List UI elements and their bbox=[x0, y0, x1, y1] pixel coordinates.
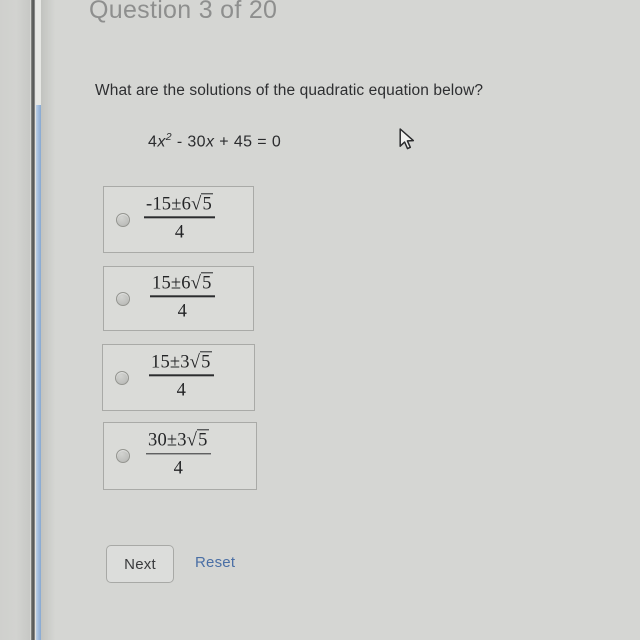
equation-coefficient: 4 bbox=[148, 133, 158, 151]
numerator-constant: 15 bbox=[152, 272, 171, 293]
square-root-icon: √5 bbox=[189, 350, 212, 372]
question-prompt: What are the solutions of the quadratic … bbox=[95, 82, 484, 99]
answer-option-b[interactable]: 15±6√5 4 bbox=[103, 266, 254, 331]
radicand: 5 bbox=[197, 429, 209, 451]
radio-button-icon[interactable] bbox=[116, 291, 130, 306]
fraction-denominator: 4 bbox=[176, 380, 186, 401]
arrow-cursor-icon bbox=[399, 128, 415, 150]
answer-option-a[interactable]: -15±6√5 4 bbox=[103, 186, 254, 253]
radical-coefficient: 3 bbox=[180, 351, 190, 372]
page-title: Question 3 of 20 bbox=[89, 0, 278, 24]
radicand: 5 bbox=[201, 192, 213, 214]
radio-button-icon[interactable] bbox=[116, 449, 130, 463]
question-equation: 4x2 - 30x + 45 = 0 bbox=[148, 131, 281, 151]
square-root-icon: √5 bbox=[186, 429, 209, 451]
square-root-icon: √5 bbox=[191, 192, 213, 214]
fraction-numerator: 30±3√5 bbox=[146, 429, 211, 453]
equation-variable: x bbox=[157, 133, 166, 151]
radicand: 5 bbox=[201, 271, 213, 293]
radicand: 5 bbox=[200, 350, 212, 372]
fraction-numerator: 15±6√5 bbox=[150, 271, 215, 296]
radio-button-icon[interactable] bbox=[116, 212, 130, 227]
equation-middle: - 30 bbox=[171, 133, 206, 151]
plus-minus-icon: ± bbox=[169, 351, 181, 372]
radio-button-icon[interactable] bbox=[115, 370, 129, 385]
numerator-constant: 30 bbox=[148, 430, 167, 451]
answer-option-c[interactable]: 15±3√5 4 bbox=[102, 344, 255, 411]
fraction-numerator: 15±3√5 bbox=[149, 350, 214, 375]
reset-link[interactable]: Reset bbox=[195, 554, 235, 571]
quiz-content: Question 3 of 20 What are the solutions … bbox=[0, 0, 640, 640]
numerator-constant: 15 bbox=[151, 351, 170, 372]
plus-minus-icon: ± bbox=[166, 430, 178, 451]
next-button[interactable]: Next bbox=[106, 545, 174, 583]
answer-option-d[interactable]: 30±3√5 4 bbox=[103, 422, 257, 490]
fraction-denominator: 4 bbox=[174, 222, 185, 243]
answer-fraction: -15±6√5 4 bbox=[144, 192, 215, 245]
fraction-denominator: 4 bbox=[173, 458, 183, 479]
fraction-denominator: 4 bbox=[177, 301, 187, 322]
plus-minus-icon: ± bbox=[171, 193, 182, 214]
radical-coefficient: 3 bbox=[177, 430, 187, 451]
plus-minus-icon: ± bbox=[170, 272, 182, 293]
answer-fraction: 15±6√5 4 bbox=[150, 271, 215, 324]
equation-tail: + 45 = 0 bbox=[214, 133, 282, 151]
answer-fraction: 30±3√5 4 bbox=[146, 429, 211, 481]
square-root-icon: √5 bbox=[190, 271, 213, 293]
radical-coefficient: 6 bbox=[181, 272, 191, 293]
fraction-numerator: -15±6√5 bbox=[144, 192, 215, 217]
numerator-constant: -15 bbox=[146, 193, 172, 214]
radical-coefficient: 6 bbox=[181, 193, 192, 214]
answer-fraction: 15±3√5 4 bbox=[149, 350, 214, 403]
